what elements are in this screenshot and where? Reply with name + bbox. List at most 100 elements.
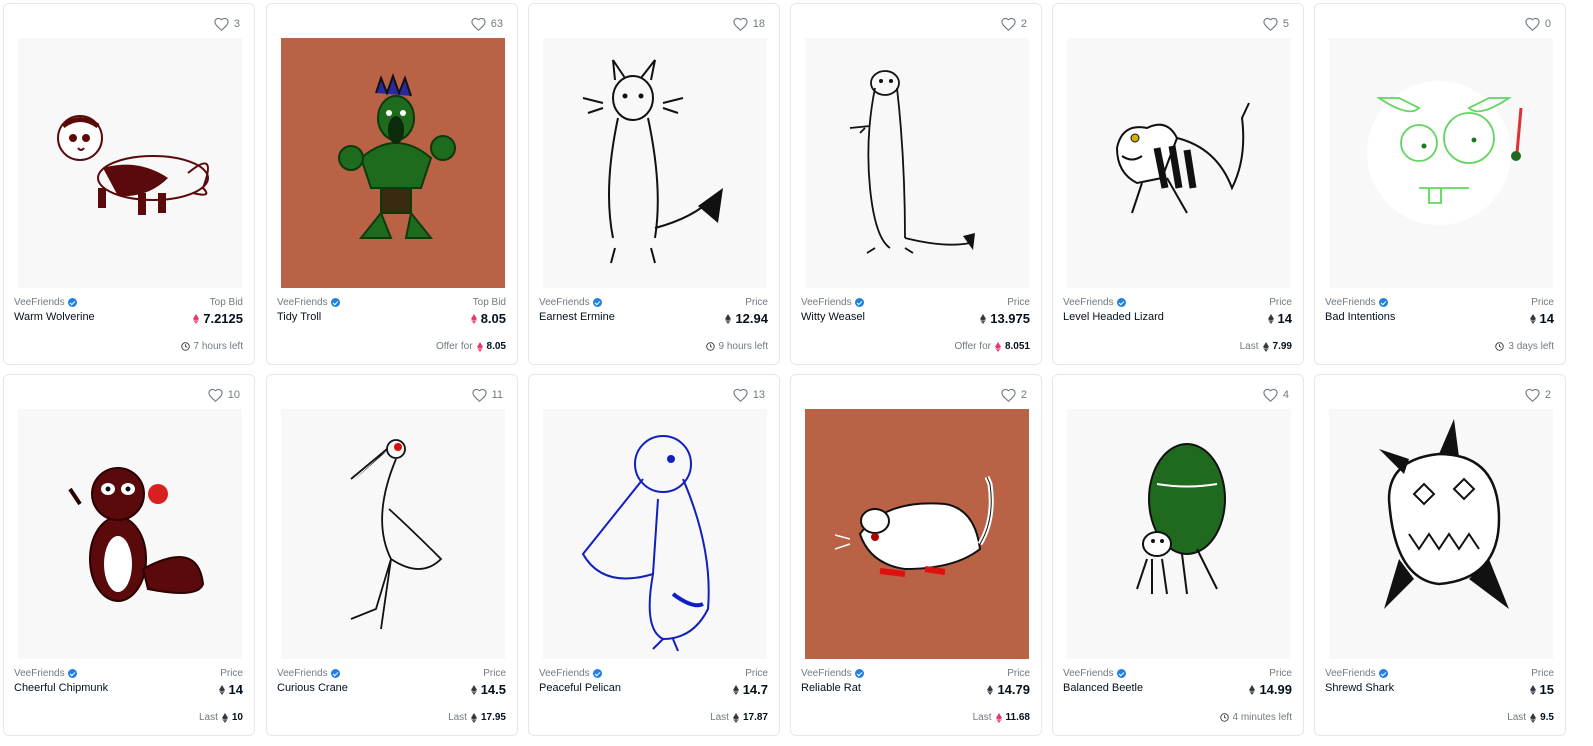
item-name[interactable]: Cheerful Chipmunk <box>14 682 108 694</box>
eth-icon <box>221 712 228 723</box>
nft-card[interactable]: 2 VeeFriends Shrewd Shark Price 15 Last 9… <box>1314 374 1566 736</box>
favorite-button[interactable]: 11 <box>471 388 503 402</box>
like-count: 2 <box>1020 389 1027 401</box>
collection-link[interactable]: VeeFriends <box>539 297 602 308</box>
price-value: 14.99 <box>1259 682 1292 697</box>
collection-link[interactable]: VeeFriends <box>1325 668 1388 679</box>
pelican-drawing <box>581 435 710 652</box>
price-label: Top Bid <box>209 297 243 308</box>
price: 14.5 <box>470 682 506 697</box>
nft-card[interactable]: 11 VeeFriends Curious Crane Price 14.5 L… <box>266 374 518 736</box>
price-value: 14.5 <box>480 682 506 697</box>
price-label: Price <box>1531 668 1554 679</box>
verified-icon <box>854 669 864 678</box>
collection-link[interactable]: VeeFriends <box>801 668 864 679</box>
favorite-button[interactable]: 2 <box>1001 17 1027 31</box>
nft-image[interactable] <box>18 409 242 659</box>
nft-card[interactable]: 10 VeeFriends Cheerful Chipmunk Price 14… <box>3 374 255 736</box>
collection-link[interactable]: VeeFriends <box>277 668 340 679</box>
price-label: Price <box>1269 297 1292 308</box>
nft-image[interactable] <box>281 38 505 288</box>
eth-icon <box>995 712 1002 723</box>
footer-label: Last <box>198 712 218 723</box>
favorite-button[interactable]: 18 <box>733 17 765 31</box>
nft-image[interactable] <box>1067 38 1291 288</box>
clock-icon <box>705 342 715 351</box>
footer-label: Last <box>972 712 992 723</box>
clock-icon <box>1495 342 1505 351</box>
collection-name: VeeFriends <box>277 297 328 308</box>
eth-icon <box>980 313 987 324</box>
collection-link[interactable]: VeeFriends <box>277 297 340 308</box>
collection-link[interactable]: VeeFriends <box>14 297 77 308</box>
nft-card[interactable]: 2 VeeFriends Reliable Rat Price 14.79 La… <box>790 374 1042 736</box>
heart-icon <box>471 388 487 402</box>
eth-icon <box>1267 313 1274 324</box>
favorite-button[interactable]: 5 <box>1263 17 1289 31</box>
collection-link[interactable]: VeeFriends <box>14 668 77 679</box>
like-count: 2 <box>1544 389 1551 401</box>
collection-link[interactable]: VeeFriends <box>1063 297 1126 308</box>
beetle-drawing <box>1136 443 1226 595</box>
collection-link[interactable]: VeeFriends <box>801 297 864 308</box>
card-footer: Last 17.87 <box>710 712 768 723</box>
verified-icon <box>592 669 602 678</box>
item-name[interactable]: Tidy Troll <box>277 311 321 323</box>
verified-icon <box>592 298 602 307</box>
nft-card[interactable]: 18 VeeFriends Earnest Ermine Price 12.94… <box>528 3 780 365</box>
verified-icon <box>1378 298 1388 307</box>
nft-image[interactable] <box>805 409 1029 659</box>
troll-drawing <box>338 72 456 239</box>
nft-card[interactable]: 3 VeeFriends Warm Wolverine Top Bid 7.21… <box>3 3 255 365</box>
nft-card[interactable]: 4 VeeFriends Balanced Beetle Price 14.99… <box>1052 374 1304 736</box>
favorite-button[interactable]: 2 <box>1001 388 1027 402</box>
item-name[interactable]: Peaceful Pelican <box>539 682 621 694</box>
item-name[interactable]: Curious Crane <box>277 682 348 694</box>
item-name[interactable]: Earnest Ermine <box>539 311 615 323</box>
footer-value: 10 <box>231 712 243 723</box>
favorite-button[interactable]: 63 <box>471 17 503 31</box>
nft-image[interactable] <box>18 38 242 288</box>
price-value: 8.05 <box>480 311 506 326</box>
item-name[interactable]: Balanced Beetle <box>1063 682 1143 694</box>
item-name[interactable]: Bad Intentions <box>1325 311 1395 323</box>
collection-link[interactable]: VeeFriends <box>1063 668 1126 679</box>
nft-image[interactable] <box>1329 38 1553 288</box>
collection-link[interactable]: VeeFriends <box>1325 297 1388 308</box>
nft-card[interactable]: 2 VeeFriends Witty Weasel Price 13.975 O… <box>790 3 1042 365</box>
collection-name: VeeFriends <box>801 297 852 308</box>
item-name[interactable]: Shrewd Shark <box>1325 682 1394 694</box>
nft-image[interactable] <box>1329 409 1553 659</box>
footer-value: 9.5 <box>1540 712 1554 723</box>
card-footer: 7 hours left <box>180 341 243 352</box>
nft-card[interactable]: 63 VeeFriends Tidy Troll Top Bid 8.05 Of… <box>266 3 518 365</box>
nft-card[interactable]: 13 VeeFriends Peaceful Pelican Price 14.… <box>528 374 780 736</box>
nft-image[interactable] <box>1067 409 1291 659</box>
nft-image[interactable] <box>543 409 767 659</box>
item-name[interactable]: Reliable Rat <box>801 682 861 694</box>
card-footer: Offer for 8.051 <box>954 341 1030 352</box>
favorite-button[interactable]: 3 <box>214 17 240 31</box>
card-footer: 3 days left <box>1495 341 1554 352</box>
price: 7.2125 <box>193 311 243 326</box>
favorite-button[interactable]: 0 <box>1525 17 1551 31</box>
favorite-button[interactable]: 2 <box>1525 388 1551 402</box>
favorite-button[interactable]: 13 <box>733 388 765 402</box>
eth-icon <box>193 313 200 324</box>
nft-image[interactable] <box>543 38 767 288</box>
favorite-button[interactable]: 4 <box>1263 388 1289 402</box>
nft-image[interactable] <box>281 409 505 659</box>
verified-icon <box>1378 669 1388 678</box>
collection-link[interactable]: VeeFriends <box>539 668 602 679</box>
item-name[interactable]: Level Headed Lizard <box>1063 311 1164 323</box>
nft-image[interactable] <box>805 38 1029 288</box>
price-value: 14.7 <box>742 682 768 697</box>
favorite-button[interactable]: 10 <box>208 388 240 402</box>
card-footer: 4 minutes left <box>1219 712 1292 723</box>
eth-icon <box>218 684 225 695</box>
item-name[interactable]: Witty Weasel <box>801 311 865 323</box>
nft-card[interactable]: 5 VeeFriends Level Headed Lizard Price 1… <box>1052 3 1304 365</box>
nft-card[interactable]: 0 VeeFriends Bad Intentions Price 14 3 d… <box>1314 3 1566 365</box>
collection-name: VeeFriends <box>1325 668 1376 679</box>
item-name[interactable]: Warm Wolverine <box>14 311 95 323</box>
